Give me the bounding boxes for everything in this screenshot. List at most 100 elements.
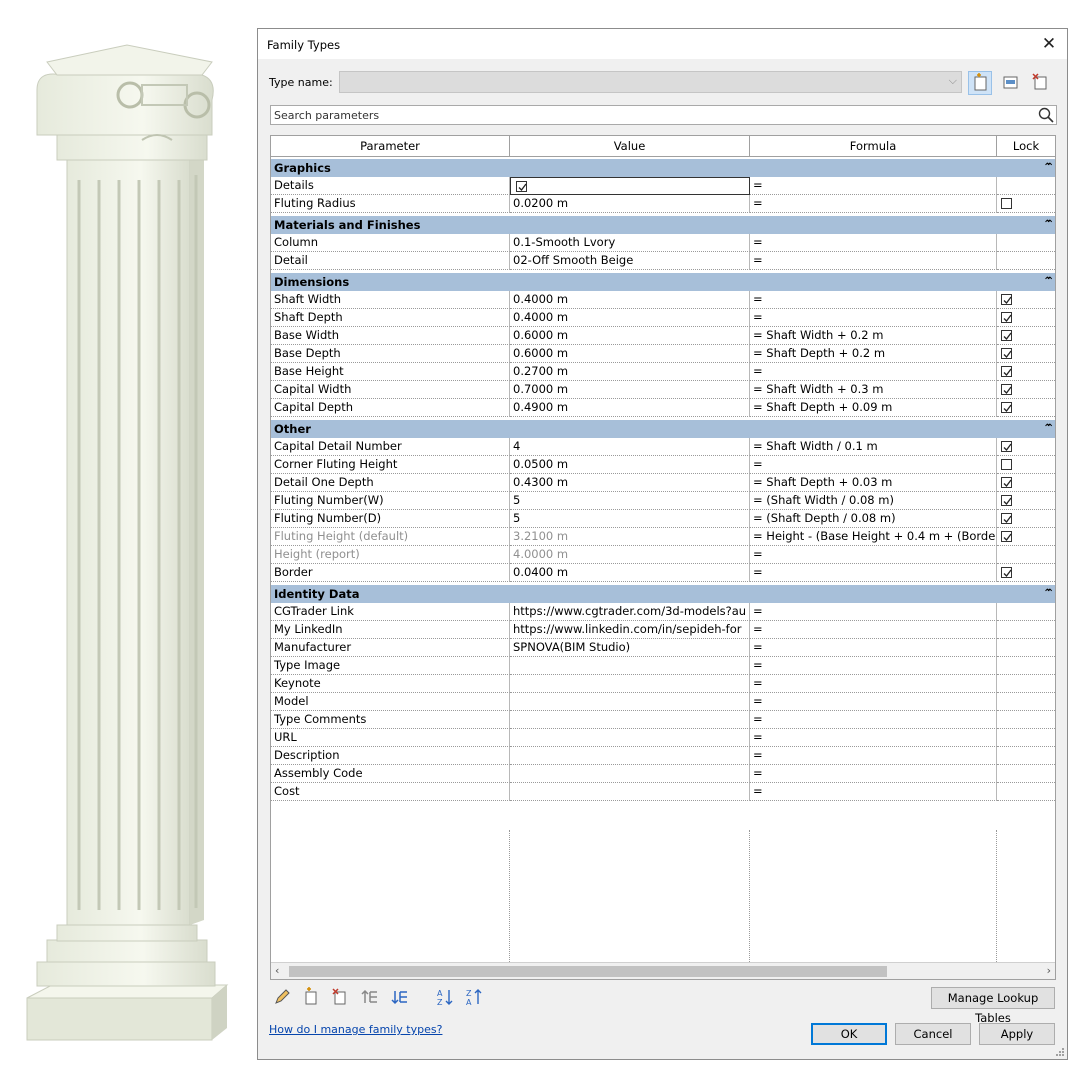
parameter-lock[interactable] bbox=[997, 492, 1055, 510]
parameter-value[interactable]: 0.4000 m bbox=[510, 291, 750, 309]
parameter-formula[interactable]: = Shaft Depth + 0.09 m bbox=[750, 399, 997, 417]
new-type-button[interactable] bbox=[968, 71, 992, 95]
parameter-value[interactable]: 5 bbox=[510, 492, 750, 510]
lock-checkbox[interactable] bbox=[1001, 198, 1012, 209]
parameter-lock[interactable] bbox=[997, 381, 1055, 399]
header-value[interactable]: Value bbox=[510, 136, 750, 157]
lock-checkbox[interactable] bbox=[1001, 384, 1012, 395]
new-parameter-button[interactable] bbox=[301, 987, 323, 1007]
sort-ascending-button[interactable]: AZ bbox=[435, 987, 457, 1007]
parameter-formula[interactable]: = bbox=[750, 747, 997, 765]
lock-checkbox[interactable] bbox=[1001, 495, 1012, 506]
parameter-value[interactable] bbox=[510, 177, 750, 195]
rename-type-button[interactable] bbox=[999, 71, 1023, 95]
parameter-lock[interactable] bbox=[997, 309, 1055, 327]
parameter-formula[interactable]: = bbox=[750, 291, 997, 309]
parameter-row[interactable]: Base Depth 0.6000 m = Shaft Depth + 0.2 m bbox=[271, 345, 1055, 363]
scroll-right-icon[interactable]: › bbox=[1047, 964, 1051, 977]
horizontal-scrollbar[interactable]: ‹ › bbox=[271, 962, 1055, 979]
parameter-value[interactable]: https://www.cgtrader.com/3d-models?au bbox=[510, 603, 750, 621]
lock-checkbox[interactable] bbox=[1001, 312, 1012, 323]
parameter-lock[interactable] bbox=[997, 564, 1055, 582]
ok-button[interactable]: OK bbox=[811, 1023, 887, 1045]
parameter-row[interactable]: Border 0.0400 m = bbox=[271, 564, 1055, 582]
parameter-value[interactable] bbox=[510, 675, 750, 693]
lock-checkbox[interactable] bbox=[1001, 477, 1012, 488]
group-header[interactable]: Dimensions ⌃⌃ bbox=[271, 273, 1055, 291]
parameter-formula[interactable]: = Shaft Width + 0.2 m bbox=[750, 327, 997, 345]
group-header[interactable]: Other ⌃⌃ bbox=[271, 420, 1055, 438]
parameter-value[interactable] bbox=[510, 765, 750, 783]
parameter-row[interactable]: Detail One Depth 0.4300 m = Shaft Depth + … bbox=[271, 474, 1055, 492]
parameter-formula[interactable]: = bbox=[750, 675, 997, 693]
parameter-value[interactable]: https://www.linkedin.com/in/sepideh-for bbox=[510, 621, 750, 639]
parameter-value[interactable]: 0.0400 m bbox=[510, 564, 750, 582]
parameter-row[interactable]: Shaft Width 0.4000 m = bbox=[271, 291, 1055, 309]
header-lock[interactable]: Lock bbox=[997, 136, 1055, 157]
parameter-row[interactable]: Capital Width 0.7000 m = Shaft Width + 0.3… bbox=[271, 381, 1055, 399]
header-parameter[interactable]: Parameter bbox=[271, 136, 510, 157]
parameter-value[interactable]: 4 bbox=[510, 438, 750, 456]
lock-checkbox[interactable] bbox=[1001, 330, 1012, 341]
group-header[interactable]: Identity Data ⌃⌃ bbox=[271, 585, 1055, 603]
parameter-row[interactable]: Description = bbox=[271, 747, 1055, 765]
lock-checkbox[interactable] bbox=[1001, 531, 1012, 542]
parameter-row[interactable]: Type Comments = bbox=[271, 711, 1055, 729]
parameter-formula[interactable]: = (Shaft Depth / 0.08 m) bbox=[750, 510, 997, 528]
help-link[interactable]: How do I manage family types? bbox=[269, 1023, 442, 1036]
parameter-value[interactable] bbox=[510, 747, 750, 765]
parameter-row[interactable]: Fluting Number(W) 5 = (Shaft Width / 0.08 … bbox=[271, 492, 1055, 510]
parameter-row[interactable]: Base Width 0.6000 m = Shaft Width + 0.2 m bbox=[271, 327, 1055, 345]
lock-checkbox[interactable] bbox=[1001, 459, 1012, 470]
collapse-icon[interactable]: ⌃⌃ bbox=[1043, 585, 1053, 603]
parameter-value[interactable]: 0.1-Smooth Lvory bbox=[510, 234, 750, 252]
parameter-lock[interactable] bbox=[997, 327, 1055, 345]
delete-type-button[interactable] bbox=[1029, 71, 1053, 95]
parameter-formula[interactable]: = Shaft Depth + 0.03 m bbox=[750, 474, 997, 492]
parameter-formula[interactable]: = (Shaft Width / 0.08 m) bbox=[750, 492, 997, 510]
group-header[interactable]: Materials and Finishes ⌃⌃ bbox=[271, 216, 1055, 234]
parameter-row[interactable]: Keynote = bbox=[271, 675, 1055, 693]
search-icon[interactable] bbox=[1038, 107, 1054, 123]
parameter-row[interactable]: Fluting Number(D) 5 = (Shaft Depth / 0.08 … bbox=[271, 510, 1055, 528]
parameter-row[interactable]: CGTrader Link https://www.cgtrader.com/3d… bbox=[271, 603, 1055, 621]
search-input[interactable]: Search parameters bbox=[270, 105, 1057, 125]
parameter-row[interactable]: Shaft Depth 0.4000 m = bbox=[271, 309, 1055, 327]
move-down-button[interactable] bbox=[390, 987, 412, 1007]
scrollbar-thumb[interactable] bbox=[289, 966, 887, 977]
parameter-value[interactable] bbox=[510, 693, 750, 711]
type-name-select[interactable]: ⌵ bbox=[339, 71, 962, 93]
parameter-value[interactable]: 0.4900 m bbox=[510, 399, 750, 417]
parameter-formula[interactable]: = bbox=[750, 657, 997, 675]
lock-checkbox[interactable] bbox=[1001, 366, 1012, 377]
parameter-formula[interactable]: = bbox=[750, 177, 997, 195]
parameter-value[interactable]: 0.7000 m bbox=[510, 381, 750, 399]
parameter-lock[interactable] bbox=[997, 345, 1055, 363]
parameter-value[interactable]: 3.2100 m bbox=[510, 528, 750, 546]
parameter-value[interactable]: 0.0200 m bbox=[510, 195, 750, 213]
parameter-row[interactable]: Column 0.1-Smooth Lvory = bbox=[271, 234, 1055, 252]
parameter-row[interactable]: My LinkedIn https://www.linkedin.com/in/s… bbox=[271, 621, 1055, 639]
parameter-formula[interactable]: = bbox=[750, 729, 997, 747]
parameter-formula[interactable]: = bbox=[750, 783, 997, 801]
collapse-icon[interactable]: ⌃⌃ bbox=[1043, 420, 1053, 438]
parameter-value[interactable]: 02-Off Smooth Beige bbox=[510, 252, 750, 270]
parameter-value[interactable]: 0.6000 m bbox=[510, 345, 750, 363]
group-header[interactable]: Graphics ⌃⌃ bbox=[271, 159, 1055, 177]
parameter-formula[interactable]: = Shaft Width + 0.3 m bbox=[750, 381, 997, 399]
parameter-value[interactable] bbox=[510, 783, 750, 801]
parameter-formula[interactable]: = bbox=[750, 234, 997, 252]
parameter-lock[interactable] bbox=[997, 474, 1055, 492]
parameter-value[interactable] bbox=[510, 711, 750, 729]
parameter-formula[interactable]: = bbox=[750, 546, 997, 564]
parameter-lock[interactable] bbox=[997, 438, 1055, 456]
manage-lookup-tables-button[interactable]: Manage Lookup Tables bbox=[931, 987, 1055, 1025]
parameter-row[interactable]: Corner Fluting Height 0.0500 m = bbox=[271, 456, 1055, 474]
parameter-value[interactable]: SPNOVA(BIM Studio) bbox=[510, 639, 750, 657]
parameter-value[interactable]: 0.2700 m bbox=[510, 363, 750, 381]
parameter-formula[interactable]: = Height - (Base Height + 0.4 m + (Borde… bbox=[750, 528, 997, 546]
parameter-lock[interactable] bbox=[997, 195, 1055, 213]
parameter-row[interactable]: Fluting Radius 0.0200 m = bbox=[271, 195, 1055, 213]
parameter-formula[interactable]: = bbox=[750, 363, 997, 381]
scroll-left-icon[interactable]: ‹ bbox=[275, 964, 279, 977]
